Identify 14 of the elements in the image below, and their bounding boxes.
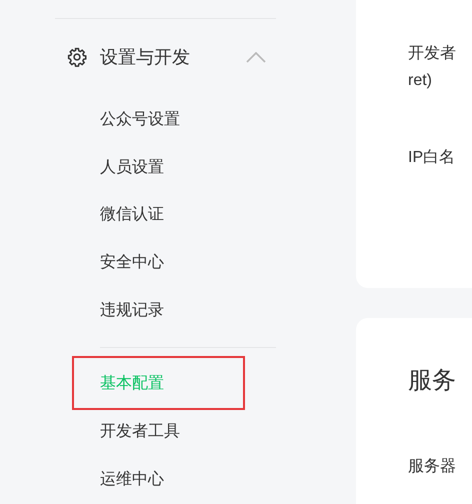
menu-group-label[interactable]: 设置与开发 — [100, 44, 190, 71]
field-label: 开发者 ret) — [408, 44, 457, 91]
settings-icon — [67, 47, 87, 68]
menu-item[interactable]: 运维中心 — [100, 468, 164, 492]
menu-item[interactable]: 开发者工具 — [100, 420, 180, 444]
field-label: 服务器 — [408, 457, 457, 477]
menu-item[interactable]: 违规记录 — [100, 299, 164, 324]
menu-item[interactable]: 公众号设置 — [100, 108, 180, 132]
chevron-up-icon[interactable] — [246, 52, 266, 63]
card-title: 服务 — [408, 366, 457, 396]
menu-item[interactable]: 微信认证 — [100, 203, 164, 228]
field-label: IP白名 — [408, 148, 456, 168]
menu-item[interactable]: 安全中心 — [100, 251, 164, 276]
menu-item[interactable]: 人员设置 — [100, 156, 164, 180]
